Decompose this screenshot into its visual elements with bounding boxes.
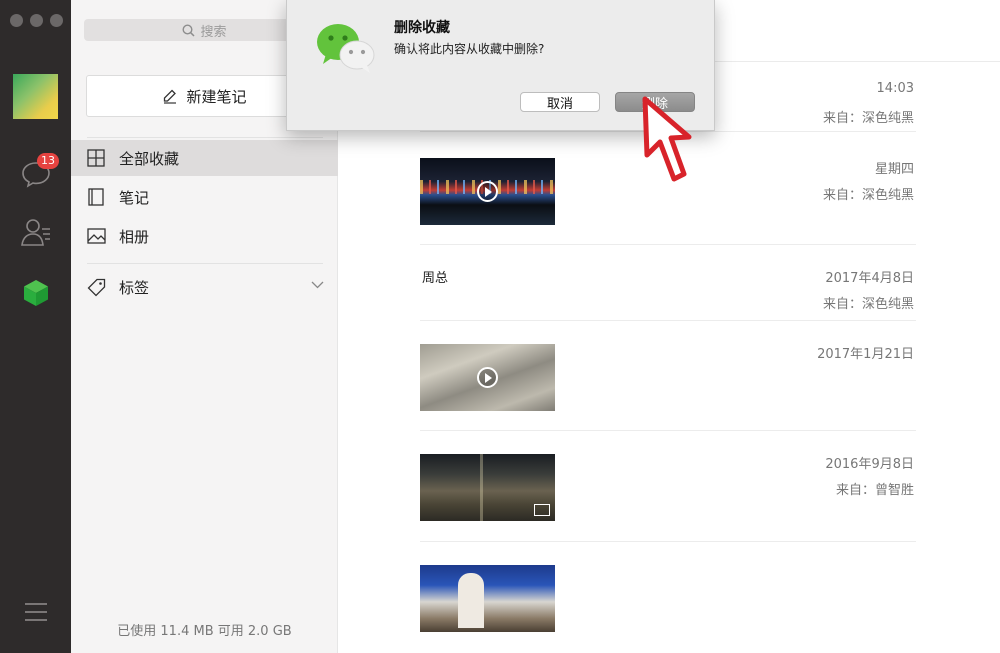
nav-item-label: 标签 [119, 278, 150, 297]
pointer-arrow-icon [642, 96, 692, 182]
nav-item-label: 全部收藏 [119, 149, 180, 168]
street-light [480, 454, 483, 521]
avatar[interactable] [13, 74, 58, 119]
tag-icon [86, 277, 106, 297]
nav-item-all-favorites[interactable]: 全部收藏 [71, 140, 338, 176]
nav-item-tags[interactable]: 标签 [71, 269, 338, 305]
image-thumbnail[interactable] [420, 565, 555, 632]
window-controls [10, 14, 63, 27]
menu-icon[interactable] [25, 603, 47, 627]
nav-item-album[interactable]: 相册 [71, 218, 338, 254]
grid-icon [86, 148, 106, 168]
divider [87, 137, 323, 138]
zoom-window-button[interactable] [50, 14, 63, 27]
item-date: 14:03 [876, 81, 914, 96]
person-figure [458, 573, 484, 628]
item-source: 来自：深色纯黑 [822, 297, 914, 312]
screen-icon [534, 504, 550, 516]
list-item[interactable]: 周总 2017年4月8日 来自：深色纯黑 [420, 245, 916, 321]
dialog-message: 确认将此内容从收藏中删除? [394, 42, 545, 56]
close-window-button[interactable] [10, 14, 23, 27]
item-title: 周总 [422, 271, 449, 286]
pencil-icon [164, 89, 177, 104]
minimize-window-button[interactable] [30, 14, 43, 27]
favorites-cube-icon[interactable] [19, 276, 53, 310]
list-item[interactable] [420, 542, 916, 653]
cancel-button[interactable]: 取消 [520, 92, 600, 112]
video-thumbnail[interactable] [420, 158, 555, 225]
search-placeholder: 搜索 [200, 24, 227, 40]
wechat-logo-icon [314, 22, 378, 78]
nav-item-label: 笔记 [119, 188, 150, 207]
chevron-down-icon[interactable] [311, 281, 324, 289]
contacts-icon[interactable] [19, 215, 53, 249]
divider [87, 263, 323, 264]
list-item[interactable]: 2016年9月8日 来自：曾智胜 [420, 431, 916, 542]
unread-badge: 13 [37, 153, 59, 169]
list-item[interactable]: 2017年1月21日 [420, 321, 916, 431]
item-date: 2016年9月8日 [825, 457, 914, 472]
app-sidebar: 13 [0, 0, 71, 653]
search-icon [182, 23, 196, 37]
new-note-label: 新建笔记 [186, 87, 247, 106]
image-icon [86, 226, 106, 246]
nav-item-notes[interactable]: 笔记 [71, 179, 338, 215]
play-icon[interactable] [477, 367, 498, 388]
item-source: 来自：曾智胜 [835, 483, 914, 498]
item-date: 星期四 [874, 162, 914, 177]
storage-usage: 已使用 11.4 MB 可用 2.0 GB [117, 624, 292, 639]
image-thumbnail[interactable] [420, 454, 555, 521]
video-thumbnail[interactable] [420, 344, 555, 411]
nav-item-label: 相册 [119, 227, 150, 246]
notebook-icon [86, 187, 106, 207]
item-source: 来自：深色纯黑 [822, 111, 914, 126]
item-date: 2017年4月8日 [825, 271, 914, 286]
item-date: 2017年1月21日 [817, 347, 914, 362]
dialog-title: 删除收藏 [394, 20, 450, 36]
item-source: 来自：深色纯黑 [822, 188, 914, 203]
play-icon[interactable] [477, 181, 498, 202]
